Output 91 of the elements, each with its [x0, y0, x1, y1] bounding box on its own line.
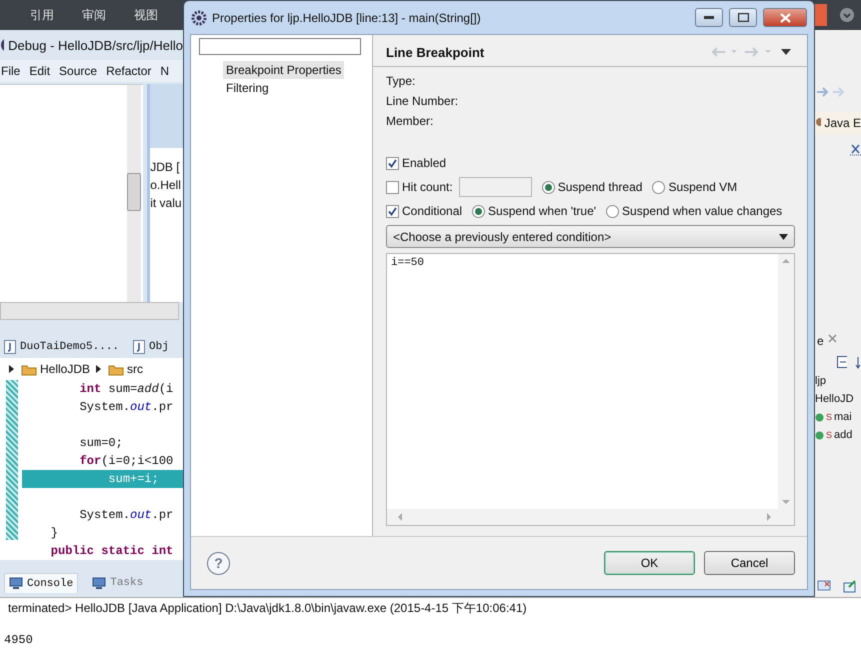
monitor-icon — [9, 577, 23, 590]
ribbon-tab[interactable]: 引用 — [30, 6, 54, 24]
folder-icon — [108, 362, 124, 376]
console-output: 4950 — [3, 632, 34, 647]
scrollbar[interactable] — [387, 509, 794, 525]
code-line: } — [50, 526, 58, 540]
page-title: Line Breakpoint — [386, 44, 484, 60]
menu-item[interactable]: File — [1, 64, 20, 78]
sort-icon[interactable] — [854, 356, 861, 370]
scroll-up-icon[interactable] — [782, 258, 790, 264]
scrollbar[interactable] — [0, 302, 179, 320]
scrollbar[interactable] — [778, 254, 794, 509]
code-line: sum+=i; — [107, 472, 159, 486]
variable-text: it valu — [150, 195, 183, 212]
scrollbar[interactable] — [127, 85, 142, 302]
conditional-checkbox[interactable]: Conditional — [386, 204, 462, 218]
minimize-button[interactable] — [695, 8, 723, 27]
menu-item[interactable]: Edit — [29, 64, 50, 78]
code-line: int sum=add(i — [78, 382, 174, 396]
outline-item[interactable]: add — [834, 429, 852, 441]
dialog-button[interactable]: Cancel — [704, 551, 795, 575]
breadcrumb-item[interactable]: HelloJDB — [21, 362, 90, 376]
static-marker: S — [826, 430, 832, 440]
enabled-checkbox[interactable]: Enabled — [386, 156, 446, 170]
perspective-icon[interactable] — [815, 117, 822, 129]
console-status: terminated> HelloJDB [Java Application] D:\Java\jdk1.8.0\bin\javaw.exe (2015-4-15 下午10:06:41) — [7, 600, 528, 617]
method-dot-icon — [815, 412, 824, 422]
file-icon — [4, 340, 16, 354]
ribbon-tab[interactable]: 审阅 — [82, 6, 106, 24]
maximize-icon — [738, 13, 748, 22]
window-title: Debug - HelloJDB/src/ljp/Hello — [8, 38, 183, 52]
scroll-down-icon[interactable] — [782, 499, 790, 505]
code-line: System.out.pr — [78, 400, 174, 414]
filter-field[interactable] — [199, 38, 361, 55]
outline-item[interactable]: mai — [834, 411, 852, 423]
outline-item[interactable]: HelloJD — [815, 393, 854, 405]
hit-count-checkbox[interactable]: Hit count: — [386, 180, 453, 194]
editor-tab[interactable]: DuoTaiDemo5.... — [4, 340, 120, 354]
collapse-icon[interactable] — [837, 356, 847, 368]
code-line: public static int — [50, 544, 174, 558]
radio-button[interactable]: Suspend when value changes — [606, 204, 782, 218]
folder-icon — [21, 362, 37, 376]
code-line: sum=0; — [78, 436, 123, 450]
dialog-button[interactable]: OK — [604, 551, 695, 575]
remove-launch-icon[interactable] — [817, 579, 833, 593]
outline-item[interactable]: ljp — [815, 375, 826, 387]
radio-button[interactable]: Suspend thread — [542, 180, 642, 194]
close-button[interactable] — [763, 8, 807, 27]
gear-icon — [191, 10, 207, 26]
field-label: Type: — [386, 73, 416, 90]
monitor-icon — [92, 576, 106, 590]
tree-item[interactable]: Filtering — [223, 79, 272, 97]
field-label: Line Number: — [386, 93, 460, 110]
variable-text: o.Hell — [150, 177, 182, 194]
field-label: Member: — [386, 113, 434, 130]
menu-item[interactable]: Refactor — [106, 64, 152, 78]
radio-button[interactable]: Suspend VM — [652, 180, 738, 194]
scroll-right-icon[interactable] — [766, 513, 772, 521]
breadcrumb-item[interactable]: src — [108, 362, 144, 376]
app-icon — [0, 37, 4, 53]
pin-console-icon[interactable] — [843, 579, 857, 593]
checkmark-icon — [388, 206, 397, 216]
file-icon — [133, 340, 146, 354]
close-icon[interactable] — [828, 334, 837, 343]
menu-item[interactable]: N — [160, 64, 170, 78]
help-button[interactable]: ? — [207, 552, 230, 574]
method-dot-icon — [815, 430, 824, 440]
static-marker: S — [826, 412, 832, 422]
view-tab[interactable]: Console — [4, 573, 78, 593]
view-tab[interactable]: e — [815, 334, 861, 348]
chevron-icon — [95, 364, 104, 374]
editor-tab[interactable]: Obj — [133, 340, 169, 354]
ribbon-tab[interactable]: 视图 — [134, 6, 158, 24]
view-tab[interactable]: Tasks — [88, 574, 148, 592]
close-icon — [780, 12, 790, 22]
maximize-button[interactable] — [729, 8, 757, 27]
tree-item[interactable]: Breakpoint Properties — [223, 61, 344, 79]
checkmark-icon — [388, 158, 397, 168]
radio-button[interactable]: Suspend when 'true' — [472, 204, 596, 218]
variable-icon[interactable] — [849, 142, 861, 156]
code-line: for(i=0;i<100 — [78, 454, 174, 468]
condition-editor[interactable]: i==50 — [386, 253, 795, 526]
chevron-icon — [8, 364, 16, 374]
minimize-icon — [704, 16, 714, 20]
variable-text: JDB [ — [150, 159, 181, 176]
code-line: System.out.pr — [78, 508, 174, 522]
menu-item[interactable]: Source — [59, 64, 98, 78]
dialog-title: Properties for ljp.HelloJDB [line:13] - main(String[]) — [212, 10, 481, 24]
condition-history-dropdown[interactable]: <Choose a previously entered condition> — [386, 225, 795, 248]
scroll-left-icon[interactable] — [397, 513, 403, 521]
dropdown-arrow-icon — [779, 234, 788, 240]
